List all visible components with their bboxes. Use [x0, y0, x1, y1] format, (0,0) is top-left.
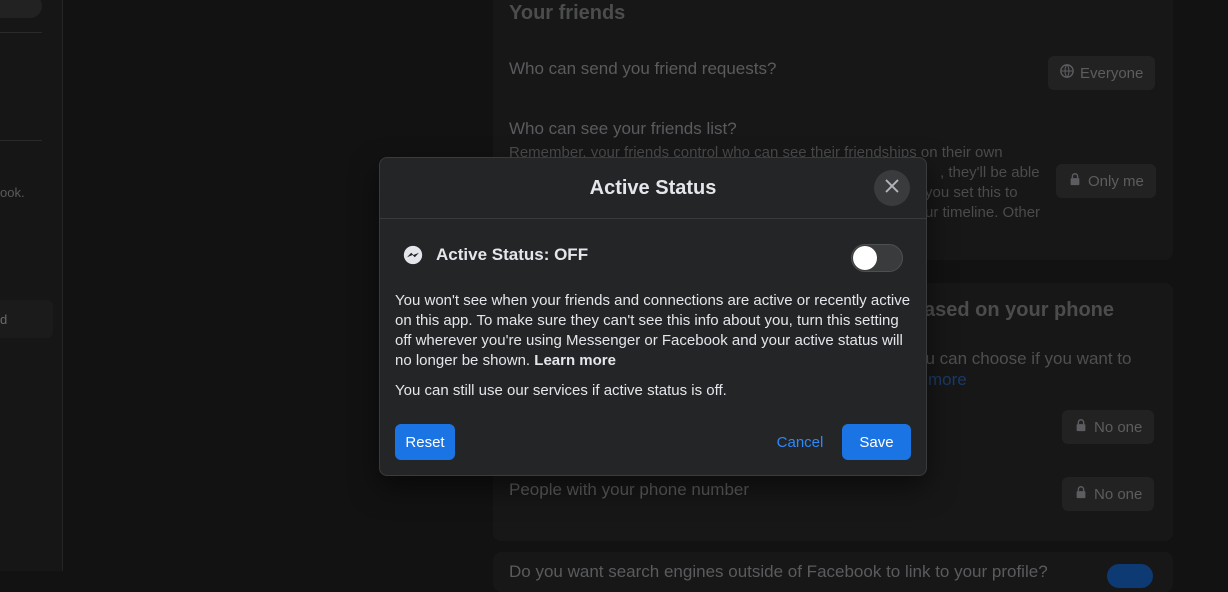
- audience-label: No one: [1094, 485, 1143, 503]
- friends-list-audience-button: Only me: [1056, 164, 1156, 198]
- search-engines-toggle: [1107, 564, 1153, 588]
- friend-requests-audience-button: Everyone: [1048, 56, 1156, 90]
- sidebar-text-fragment: ook.: [0, 185, 25, 200]
- messenger-icon: [402, 244, 424, 266]
- setting-question: Who can send you friend requests?: [509, 59, 777, 78]
- dialog-header: Active Status: [380, 158, 926, 219]
- sidebar-text-fragment: d: [0, 312, 8, 327]
- sidebar-pill: [0, 0, 42, 18]
- active-status-label: Active Status: OFF: [436, 245, 589, 264]
- sidebar-divider: [0, 140, 42, 141]
- active-status-row: Active Status: OFF: [402, 244, 588, 266]
- cancel-button[interactable]: Cancel: [766, 424, 834, 460]
- section-description-fragment: ou can choose if you want to: [916, 349, 1132, 368]
- setting-question: Who can see your friends list?: [509, 119, 737, 138]
- learn-more-link-fragment: more: [928, 370, 967, 389]
- section-title-fragment: ased on your phone: [924, 299, 1115, 321]
- close-icon: [883, 177, 901, 200]
- section-title: Your friends: [509, 2, 626, 24]
- dialog-note: You can still use our services if active…: [395, 382, 727, 399]
- search-engines-card: Do you want search engines outside of Fa…: [493, 552, 1173, 592]
- setting-description-fragment: ur timeline. Other: [925, 204, 1041, 221]
- audience-label: Only me: [1088, 172, 1144, 190]
- sidebar-item: [0, 300, 53, 338]
- audience-label: No one: [1094, 418, 1143, 436]
- lock-icon: [1068, 172, 1082, 190]
- active-status-dialog: Active Status Active Status: OFF You won…: [379, 157, 927, 476]
- sidebar-divider: [0, 32, 42, 33]
- close-button[interactable]: [874, 170, 910, 206]
- dialog-description: You won't see when your friends and conn…: [395, 291, 915, 371]
- toggle-knob: [853, 246, 877, 270]
- left-sidebar: ook. d: [0, 0, 63, 571]
- active-status-toggle[interactable]: [851, 244, 903, 272]
- setting-description-fragment: you set this to: [925, 184, 1018, 201]
- globe-icon: [1060, 64, 1074, 82]
- description-text: You won't see when your friends and conn…: [395, 292, 911, 369]
- save-button[interactable]: Save: [842, 424, 911, 460]
- dialog-title: Active Status: [589, 176, 717, 199]
- lock-icon: [1074, 418, 1088, 436]
- setting-description-fragment: , they'll be able: [940, 164, 1040, 181]
- phone-lookup-audience-button: No one: [1062, 410, 1155, 444]
- learn-more-link[interactable]: Learn more: [534, 352, 616, 369]
- setting-question: Do you want search engines outside of Fa…: [509, 562, 1048, 581]
- phone-number-audience-button: No one: [1062, 477, 1155, 511]
- audience-label: Everyone: [1080, 64, 1144, 82]
- reset-button[interactable]: Reset: [395, 424, 455, 460]
- setting-question: People with your phone number: [509, 480, 750, 499]
- lock-icon: [1074, 485, 1088, 503]
